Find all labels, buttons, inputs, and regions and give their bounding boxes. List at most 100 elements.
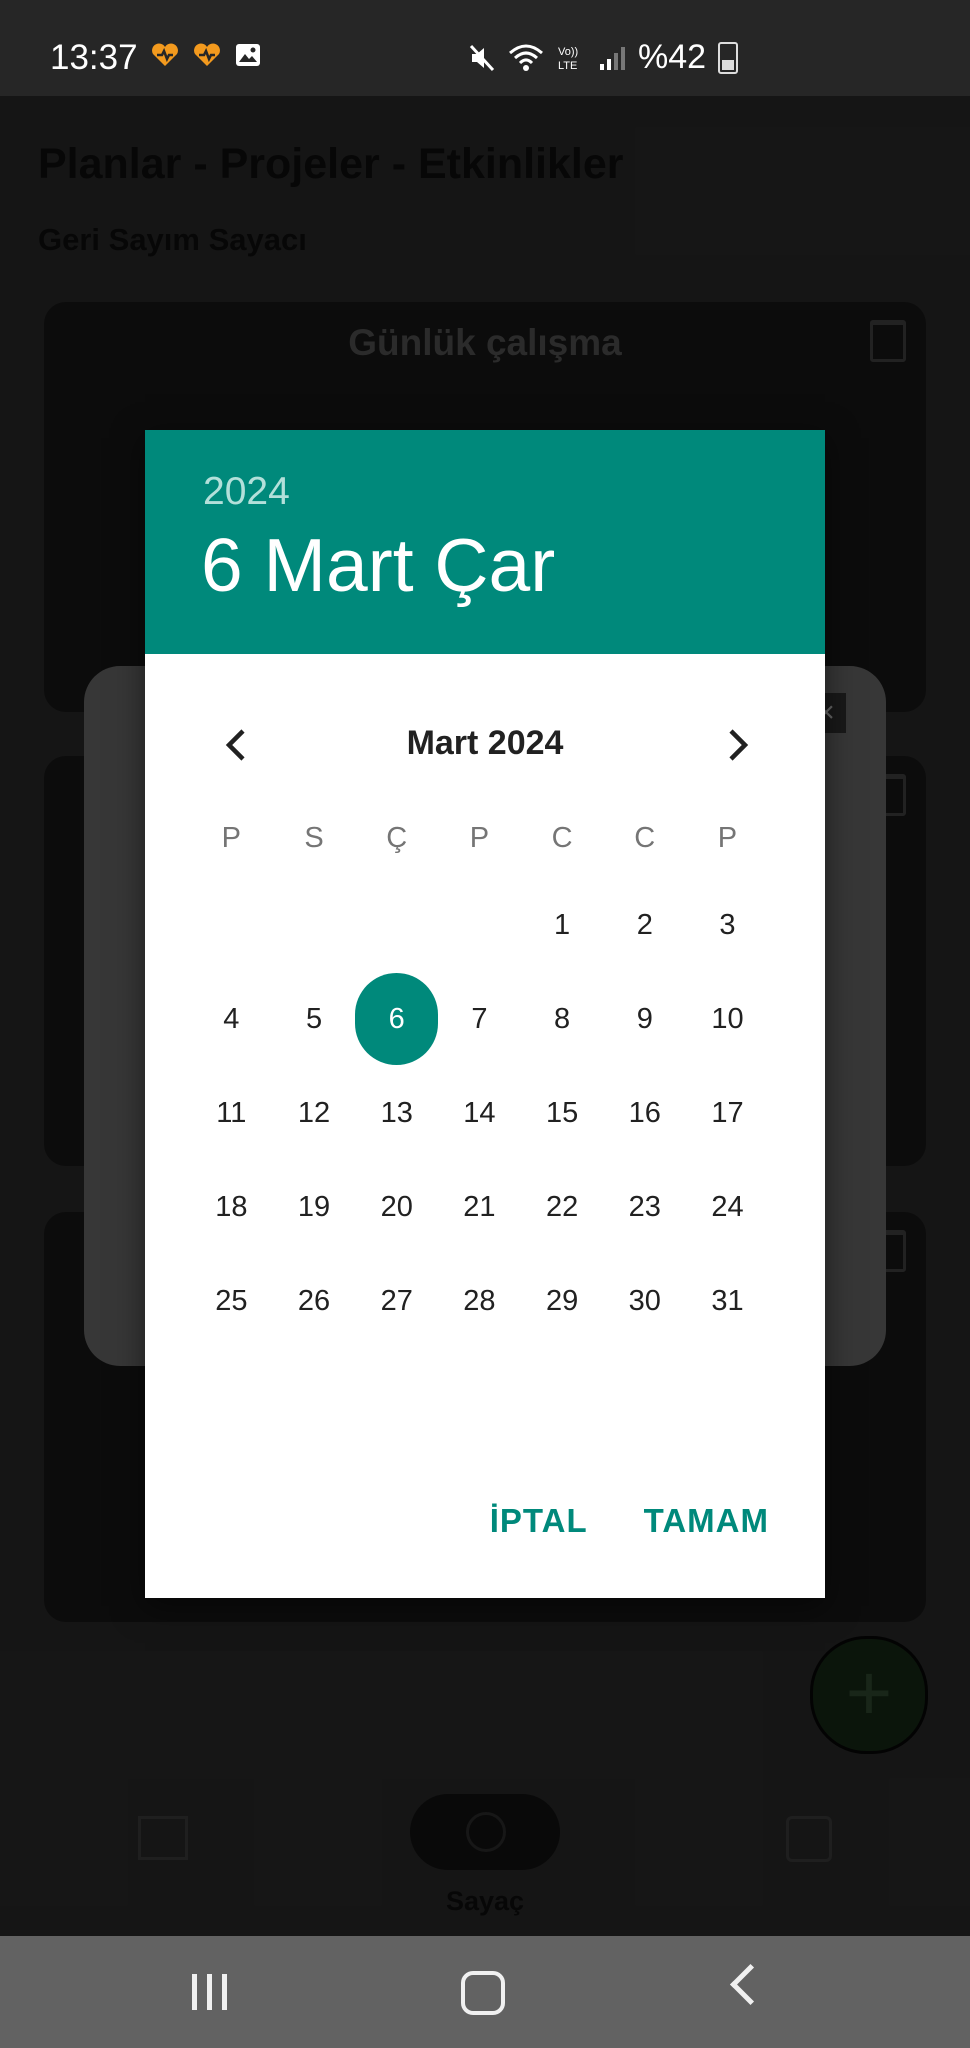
day-number: 15 bbox=[545, 1096, 579, 1129]
weekday-label: C bbox=[551, 822, 573, 854]
day-cell[interactable]: 18 bbox=[190, 1160, 273, 1254]
day-number: 29 bbox=[545, 1284, 579, 1317]
day-cell[interactable]: 11 bbox=[190, 1066, 273, 1160]
status-bar: 13:37 Vo)) LTE %42 bbox=[0, 0, 970, 96]
day-cell[interactable]: 10 bbox=[686, 972, 769, 1066]
image-notification-icon bbox=[236, 44, 260, 66]
day-number: 24 bbox=[711, 1190, 744, 1223]
day-cell[interactable]: 29 bbox=[521, 1254, 604, 1348]
weekday-label: P bbox=[717, 822, 738, 854]
day-cell[interactable]: 7 bbox=[438, 972, 521, 1066]
status-time: 13:37 bbox=[50, 38, 138, 77]
mute-icon bbox=[469, 44, 495, 71]
weekday-header: PSÇPCCP bbox=[190, 822, 769, 855]
day-number: 5 bbox=[305, 1002, 323, 1035]
heart-notification-icon bbox=[194, 43, 220, 66]
day-number: 10 bbox=[711, 1002, 744, 1035]
next-month-button[interactable] bbox=[703, 710, 773, 780]
weekday-label: Ç bbox=[386, 822, 408, 854]
header-selected-date[interactable]: 6 Mart Çar bbox=[201, 522, 555, 608]
heart-notification-icon bbox=[152, 43, 178, 66]
day-cell[interactable]: 12 bbox=[273, 1066, 356, 1160]
day-number: 13 bbox=[380, 1096, 413, 1129]
day-cell[interactable]: 16 bbox=[603, 1066, 686, 1160]
day-number: 27 bbox=[380, 1284, 413, 1317]
day-number: 4 bbox=[223, 1002, 240, 1035]
day-number: 25 bbox=[215, 1284, 248, 1317]
day-cell[interactable]: 21 bbox=[438, 1160, 521, 1254]
day-number: 2 bbox=[636, 908, 653, 941]
empty-day-cell bbox=[438, 878, 521, 972]
day-cell[interactable]: 31 bbox=[686, 1254, 769, 1348]
day-cell[interactable]: 27 bbox=[355, 1254, 438, 1348]
day-cell[interactable]: 1 bbox=[521, 878, 604, 972]
dialog-actions: İPTAL TAMAM bbox=[490, 1502, 769, 1540]
day-cell[interactable]: 23 bbox=[603, 1160, 686, 1254]
date-picker-dialog: 2024 6 Mart Çar Mart 2024 PSÇPCCP 123456… bbox=[145, 430, 825, 1598]
day-cell[interactable]: 3 bbox=[686, 878, 769, 972]
day-number: 17 bbox=[711, 1096, 744, 1129]
day-cell[interactable]: 14 bbox=[438, 1066, 521, 1160]
battery-percent: %42 bbox=[638, 38, 707, 76]
day-number: 30 bbox=[628, 1284, 661, 1317]
battery-icon bbox=[718, 41, 739, 74]
day-cell[interactable]: 5 bbox=[273, 972, 356, 1066]
day-number: 16 bbox=[628, 1096, 661, 1129]
selected-day[interactable]: 6 bbox=[355, 972, 439, 1066]
day-number: 1 bbox=[554, 908, 571, 941]
date-picker-header: 2024 6 Mart Çar bbox=[145, 430, 825, 654]
day-cell[interactable]: 20 bbox=[355, 1160, 438, 1254]
day-number: 28 bbox=[463, 1284, 496, 1317]
day-number: 18 bbox=[215, 1190, 248, 1223]
empty-day-cell bbox=[273, 878, 356, 972]
day-number: 14 bbox=[463, 1096, 496, 1129]
calendar-grid: 1 2 3 4 5 6 7 8 9 10 11 12 13 14 15 16 17 18 19 20 21 22 23 24 2… bbox=[190, 878, 770, 1348]
svg-text:LTE: LTE bbox=[558, 60, 577, 72]
day-cell[interactable]: 24 bbox=[686, 1160, 769, 1254]
wifi-icon bbox=[509, 44, 543, 71]
day-number: 19 bbox=[297, 1190, 331, 1223]
signal-icon bbox=[600, 46, 625, 70]
day-number: 23 bbox=[628, 1190, 661, 1223]
day-cell[interactable]: 22 bbox=[521, 1160, 604, 1254]
home-icon[interactable] bbox=[461, 1971, 505, 2015]
day-number: 21 bbox=[463, 1190, 496, 1223]
chevron-right-icon bbox=[729, 729, 749, 761]
system-navigation-bar bbox=[0, 1936, 970, 2048]
day-cell[interactable]: 4 bbox=[190, 972, 273, 1066]
day-cell[interactable]: 30 bbox=[603, 1254, 686, 1348]
day-cell[interactable]: 26 bbox=[273, 1254, 356, 1348]
day-cell[interactable]: 15 bbox=[521, 1066, 604, 1160]
day-cell[interactable]: 28 bbox=[438, 1254, 521, 1348]
notification-icons bbox=[150, 42, 262, 68]
weekday-label: S bbox=[304, 822, 324, 854]
day-cell[interactable]: 13 bbox=[355, 1066, 438, 1160]
ok-button[interactable]: TAMAM bbox=[644, 1502, 769, 1540]
system-status-icons: Vo)) LTE %42 bbox=[468, 38, 739, 77]
empty-day-cell bbox=[190, 878, 273, 972]
day-cell[interactable]: 19 bbox=[273, 1160, 356, 1254]
day-number: 3 bbox=[719, 908, 736, 941]
cancel-button[interactable]: İPTAL bbox=[490, 1502, 588, 1540]
day-cell[interactable]: 9 bbox=[603, 972, 686, 1066]
svg-text:Vo)): Vo)) bbox=[558, 46, 578, 58]
day-number: 8 bbox=[554, 1002, 571, 1035]
day-number: 11 bbox=[216, 1096, 247, 1129]
day-number: 6 bbox=[355, 973, 439, 1065]
day-cell[interactable]: 17 bbox=[686, 1066, 769, 1160]
day-cell[interactable]: 2 bbox=[603, 878, 686, 972]
back-icon[interactable] bbox=[729, 1963, 772, 2006]
month-navigation: Mart 2024 bbox=[145, 710, 825, 780]
day-number: 22 bbox=[545, 1190, 579, 1223]
day-number: 9 bbox=[636, 1002, 653, 1035]
day-cell[interactable]: 25 bbox=[190, 1254, 273, 1348]
weekday-label: P bbox=[469, 822, 490, 854]
volte-icon: Vo)) LTE bbox=[558, 46, 578, 72]
day-number: 7 bbox=[471, 1002, 488, 1035]
day-cell[interactable]: 8 bbox=[521, 972, 604, 1066]
day-number: 20 bbox=[380, 1190, 413, 1223]
header-year[interactable]: 2024 bbox=[203, 470, 290, 514]
empty-day-cell bbox=[355, 878, 438, 972]
weekday-label: C bbox=[634, 822, 656, 854]
recent-apps-icon[interactable] bbox=[192, 1974, 227, 2010]
